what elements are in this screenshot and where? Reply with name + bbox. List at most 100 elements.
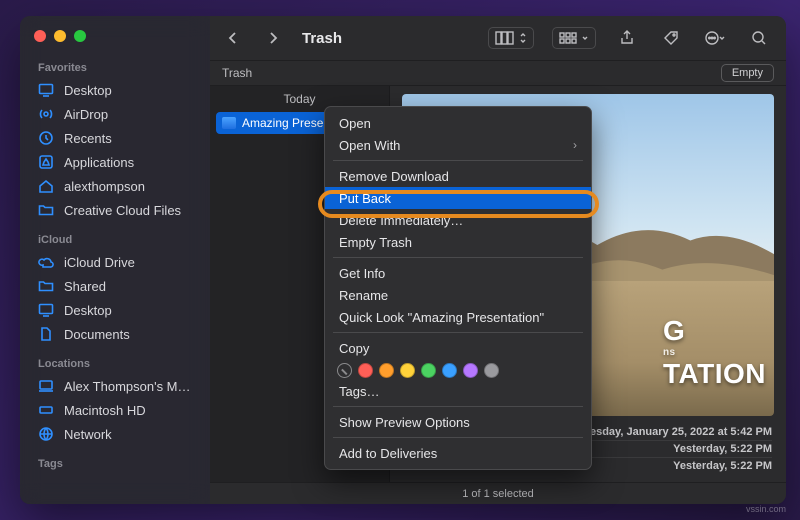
group-by-button[interactable] [552,27,596,49]
file-icon [222,117,236,129]
sidebar-item-ccfiles[interactable]: Creative Cloud Files [20,198,210,222]
desktop-icon [38,302,54,318]
sidebar-item-airdrop[interactable]: AirDrop [20,102,210,126]
ctx-delete-immediately[interactable]: Delete Immediately… [325,209,591,231]
sidebar-section-locations: Locations Alex Thompson's MacB… Macintos… [20,352,210,452]
recents-icon [38,130,54,146]
shared-icon [38,278,54,294]
context-menu[interactable]: Open Open With› Remove Download Put Back… [324,106,592,470]
sidebar-item-label: iCloud Drive [64,255,135,270]
network-icon [38,426,54,442]
view-mode-button[interactable] [488,27,534,49]
empty-trash-button[interactable]: Empty [721,64,774,82]
sidebar-item-desktop-icloud[interactable]: Desktop [20,298,210,322]
tag-orange[interactable] [379,363,394,378]
sidebar-item-label: Shared [64,279,106,294]
back-button[interactable] [220,27,246,49]
ctx-separator [333,160,583,161]
ctx-open[interactable]: Open [325,112,591,134]
sidebar-item-label: Network [64,427,112,442]
tags-button[interactable] [658,27,684,49]
ctx-put-back[interactable]: Put Back [325,187,591,209]
folder-icon [38,202,54,218]
sidebar-item-shared[interactable]: Shared [20,274,210,298]
ctx-separator [333,257,583,258]
applications-icon [38,154,54,170]
sidebar-heading: iCloud [20,230,210,250]
sidebar-item-iclouddrive[interactable]: iCloud Drive [20,250,210,274]
chevron-right-icon: › [573,138,577,152]
ctx-quick-look[interactable]: Quick Look "Amazing Presentation" [325,306,591,328]
sidebar-heading: Favorites [20,58,210,78]
tag-blue[interactable] [442,363,457,378]
zoom-button[interactable] [74,30,86,42]
status-bar: 1 of 1 selected [210,482,786,504]
sidebar: Favorites Desktop AirDrop Recents Applic… [20,16,210,504]
sidebar-item-documents[interactable]: Documents [20,322,210,346]
tag-none-icon[interactable] [337,363,352,378]
sidebar-item-recents[interactable]: Recents [20,126,210,150]
sidebar-item-macintoshhd[interactable]: Macintosh HD [20,398,210,422]
tag-green[interactable] [421,363,436,378]
forward-button[interactable] [260,27,286,49]
toolbar-cluster [488,27,772,49]
tag-gray[interactable] [484,363,499,378]
ctx-remove-download[interactable]: Remove Download [325,165,591,187]
path-bar: Trash Empty [210,60,786,86]
search-button[interactable] [746,27,772,49]
sidebar-item-label: alexthompson [64,179,145,194]
ctx-copy[interactable]: Copy [325,337,591,359]
ctx-rename[interactable]: Rename [325,284,591,306]
ctx-separator [333,332,583,333]
sidebar-heading: Tags [20,454,210,474]
more-button[interactable] [702,27,728,49]
minimize-button[interactable] [54,30,66,42]
ctx-separator [333,406,583,407]
documents-icon [38,326,54,342]
sidebar-item-thismac[interactable]: Alex Thompson's MacB… [20,374,210,398]
sidebar-item-label: Alex Thompson's MacB… [64,379,196,394]
sidebar-item-home[interactable]: alexthompson [20,174,210,198]
tag-purple[interactable] [463,363,478,378]
ctx-get-info[interactable]: Get Info [325,262,591,284]
desktop-icon [38,82,54,98]
airdrop-icon [38,106,54,122]
sidebar-heading: Locations [20,354,210,374]
sidebar-section-tags: Tags [20,452,210,480]
sidebar-item-label: Applications [64,155,134,170]
preview-overlay-text: GnsTATION [663,315,766,390]
sidebar-item-label: Creative Cloud Files [64,203,181,218]
path-crumb[interactable]: Trash [222,66,252,80]
window-title: Trash [302,30,342,47]
ctx-add-to-deliveries[interactable]: Add to Deliveries [325,442,591,464]
cloud-icon [38,254,54,270]
close-button[interactable] [34,30,46,42]
laptop-icon [38,378,54,394]
sidebar-item-applications[interactable]: Applications [20,150,210,174]
ctx-tags[interactable]: Tags… [325,380,591,402]
tag-red[interactable] [358,363,373,378]
sidebar-item-label: AirDrop [64,107,108,122]
ctx-separator [333,437,583,438]
ctx-show-preview-options[interactable]: Show Preview Options [325,411,591,433]
sidebar-item-label: Desktop [64,303,112,318]
nav-arrows [220,27,286,49]
sidebar-item-label: Recents [64,131,112,146]
sidebar-section-icloud: iCloud iCloud Drive Shared Desktop Docum… [20,228,210,352]
tag-yellow[interactable] [400,363,415,378]
sidebar-item-label: Desktop [64,83,112,98]
sidebar-item-network[interactable]: Network [20,422,210,446]
watermark: vssin.com [746,504,786,514]
home-icon [38,178,54,194]
sidebar-section-favorites: Favorites Desktop AirDrop Recents Applic… [20,56,210,228]
disk-icon [38,402,54,418]
status-text: 1 of 1 selected [462,488,534,500]
sidebar-item-label: Macintosh HD [64,403,146,418]
ctx-tag-row [325,359,591,380]
ctx-empty-trash[interactable]: Empty Trash [325,231,591,253]
window-controls [20,26,210,56]
sidebar-item-label: Documents [64,327,130,342]
share-button[interactable] [614,27,640,49]
sidebar-item-desktop[interactable]: Desktop [20,78,210,102]
ctx-open-with[interactable]: Open With› [325,134,591,156]
